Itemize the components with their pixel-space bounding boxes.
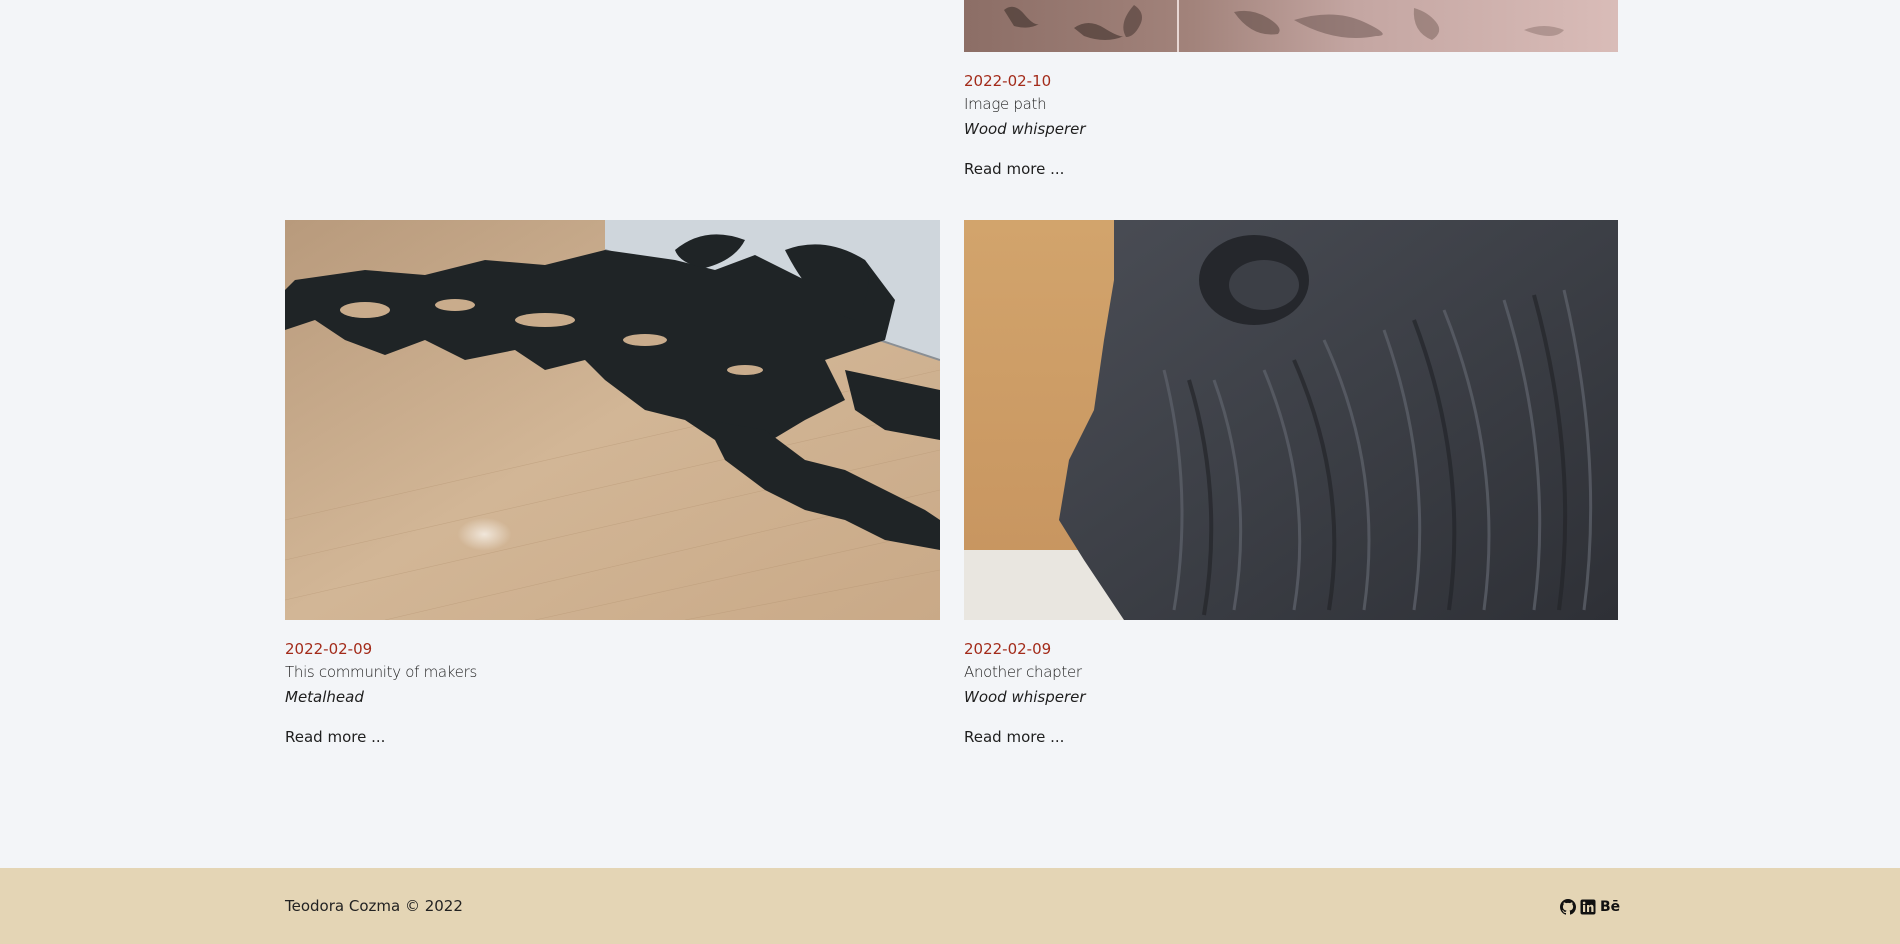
post-title[interactable]: This community of makers xyxy=(285,663,477,681)
post-date: 2022-02-10 xyxy=(964,72,1052,90)
post-image-community-of-makers[interactable] xyxy=(285,220,940,620)
post-category[interactable]: Wood whisperer xyxy=(964,688,1086,706)
post-image-another-chapter[interactable] xyxy=(964,220,1618,620)
read-more-link[interactable]: Read more ... xyxy=(964,728,1064,746)
linkedin-icon[interactable] xyxy=(1580,899,1596,915)
post-date: 2022-02-09 xyxy=(964,640,1052,658)
footer-copyright: Teodora Cozma © 2022 xyxy=(285,897,463,915)
post-image-image-path-graphic xyxy=(964,0,1618,52)
behance-icon[interactable]: Bē xyxy=(1600,899,1620,915)
post-image-image-path[interactable] xyxy=(964,0,1618,52)
social-links: Bē xyxy=(1560,899,1620,915)
post-image-community-of-makers-graphic xyxy=(285,220,940,620)
github-icon[interactable] xyxy=(1560,899,1576,915)
post-title[interactable]: Image path xyxy=(964,95,1047,113)
footer: Teodora Cozma © 2022 Bē xyxy=(0,868,1900,944)
post-date: 2022-02-09 xyxy=(285,640,373,658)
post-category[interactable]: Metalhead xyxy=(285,688,364,706)
read-more-link[interactable]: Read more ... xyxy=(964,160,1064,178)
post-category[interactable]: Wood whisperer xyxy=(964,120,1086,138)
post-image-another-chapter-graphic xyxy=(964,220,1618,620)
post-title[interactable]: Another chapter xyxy=(964,663,1082,681)
read-more-link[interactable]: Read more ... xyxy=(285,728,385,746)
